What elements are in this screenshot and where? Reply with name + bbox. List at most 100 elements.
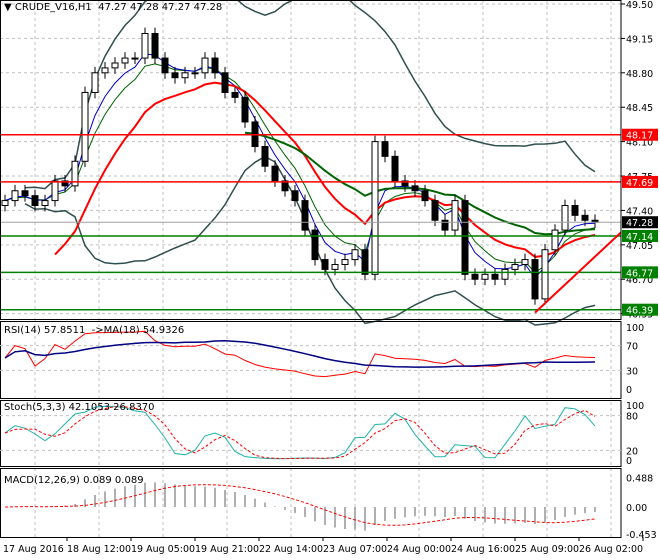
candle-body [581,214,589,221]
candle-body [81,91,89,162]
candle-body [541,249,549,300]
price-tick-label: 49.15 [626,34,653,45]
collapse-triangle-icon[interactable]: ▼ [4,2,15,13]
candle-body [141,32,149,59]
candle-body [171,72,179,79]
candle-body [561,205,569,231]
rsi-line [4,330,596,378]
candle-body [241,96,249,123]
price-tick-label: 48.80 [626,69,653,80]
candle-body [271,165,279,182]
macd-tick-label: -0.453 [626,530,657,541]
candle-body [301,200,309,231]
candle-body [11,190,19,202]
candle-body [331,263,339,270]
candle-body [481,273,489,280]
candle-body [41,200,49,207]
rsi-ma-line [4,340,596,368]
price-tag-label: 46.39 [626,306,653,317]
stoch-header: Stoch(5,3,3) 42.1053 26.8370 [4,402,155,413]
candle-body [261,146,269,167]
price-tag-label: 47.14 [626,232,653,243]
high-value: 47.28 [129,2,159,13]
candle-body [571,205,579,216]
time-label: 24 Aug 00:00 [387,544,451,555]
stoch-tick-label: 0 [626,456,632,467]
candle-body [321,259,329,270]
candle-body [311,229,319,261]
macd-header: MACD(12,26,9) 0.089 0.089 [4,475,144,486]
candle-body [231,91,239,98]
candle-body [161,57,169,74]
candle-body [91,72,99,93]
price-tick-label: 48.45 [626,103,653,114]
rsi-header: RSI(14) 57.8511 ->MA(18) 54.9326 [4,325,185,336]
candle-body [111,62,119,69]
candle-body [491,273,499,280]
macd-tick-label: 0.488 [626,474,653,485]
candle-body [501,268,509,280]
candle-body [291,190,299,202]
macd-tick-label: 0.00 [626,503,647,514]
time-label: 24 Aug 16:00 [451,544,515,555]
candle-body [181,72,189,79]
candle-body [101,67,109,74]
stoch-tick-label: 80 [626,412,638,423]
candle-body [531,259,539,300]
candle-body [121,57,129,64]
candle-body [461,200,469,275]
close-value: 47.28 [193,2,223,13]
chart-window: 49.5049.1548.8048.4548.1047.7547.4047.05… [0,0,660,560]
candle-body [51,180,59,202]
candle-body [391,155,399,182]
ma-green-line [4,63,596,274]
candle-body [421,190,429,202]
candle-body [131,57,139,60]
price-tick-label: 47.40 [626,206,653,217]
ma-long-green-line [244,131,596,236]
candle-body [21,190,29,197]
rsi-tick-label: 0 [626,385,632,396]
stoch-tick-label: 100 [626,401,644,412]
time-label: 26 Aug 02:00 [579,544,643,555]
open-value: 47.27 [98,2,127,13]
candle-body [551,229,559,251]
price-tag-label: 47.69 [626,178,653,189]
low-value: 47.27 [161,2,191,13]
price-tag-label: 47.28 [626,218,653,229]
time-label: 22 Aug 14:00 [259,544,323,555]
candle-body [511,263,519,270]
rsi-tick-label: 30 [626,366,638,377]
candle-body [371,141,379,275]
time-label: 18 Aug 12:00 [67,544,131,555]
candle-body [191,72,199,75]
candle-body [361,249,369,275]
rsi-tick-label: 70 [626,342,638,353]
rsi-tick-label: 100 [626,323,644,334]
candle-body [151,32,159,59]
macd-signal-line [4,484,596,526]
candle-body [31,195,39,207]
candle-body [1,200,9,207]
candle-body [341,259,349,265]
time-label: 19 Aug 05:00 [131,544,195,555]
candle-body [221,72,229,93]
time-label: 25 Aug 09:00 [515,544,579,555]
candle-body [471,273,479,280]
time-label: 17 Aug 2016 [3,544,64,555]
candle-body [451,200,459,231]
price-tag-label: 46.77 [626,268,653,279]
candle-body [201,57,209,74]
candle-body [411,185,419,192]
candle-body [211,57,219,74]
candle-body [381,141,389,157]
candle-body [431,200,439,221]
candle-body [521,259,529,265]
symbol-label: CRUDE_V16,H1 [14,2,92,13]
symbol-header: ▼ CRUDE_V16,H1 47.27 47.28 47.27 47.28 [4,2,222,13]
price-tag-label: 48.17 [626,131,653,142]
time-label: 23 Aug 07:00 [323,544,387,555]
price-tick-label: 49.50 [626,0,653,11]
candle-body [351,249,359,261]
time-label: 19 Aug 21:00 [195,544,259,555]
